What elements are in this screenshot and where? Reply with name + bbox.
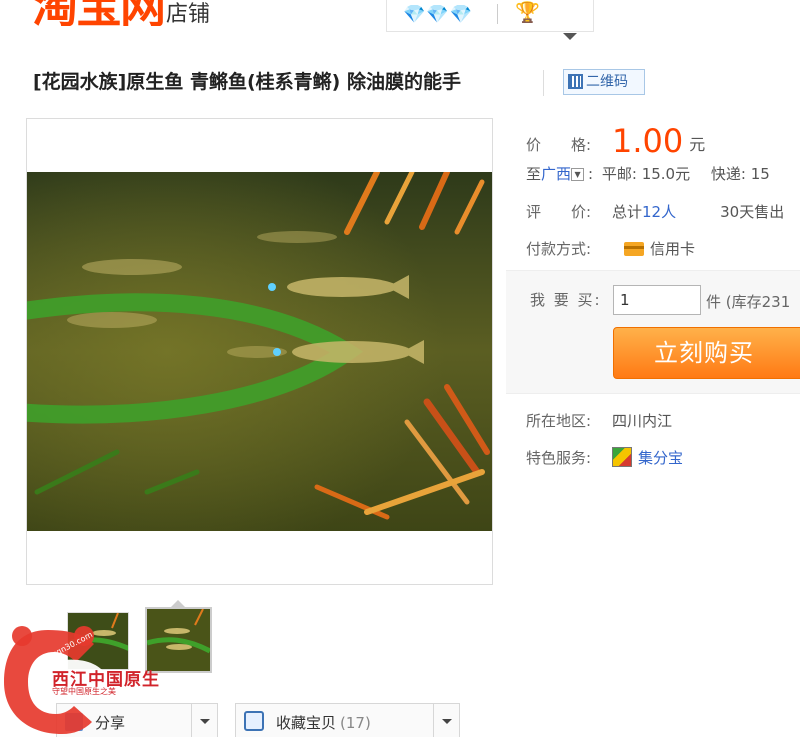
trophy-icon[interactable]: 🏆: [515, 0, 540, 24]
price-label: 价 格:: [526, 136, 592, 154]
favorite-label: 收藏宝贝: [276, 714, 337, 732]
seller-credit-box: 💎💎💎 🏆: [386, 0, 594, 32]
share-label: 分享: [95, 714, 126, 732]
price-value: 1.00: [612, 122, 684, 160]
product-photo[interactable]: [27, 172, 492, 531]
qr-code-label: 二维码: [586, 74, 628, 90]
diamond-icon: 💎💎💎: [403, 4, 474, 25]
favorite-label-group: 收藏宝贝 (17): [276, 712, 371, 733]
price-row: 价 格: 1.00 元: [526, 120, 706, 160]
rating-total-prefix: 总计: [612, 203, 643, 221]
shipping-express: 快递: 15: [710, 165, 770, 183]
payment-label: 付款方式:: [526, 240, 592, 258]
credit-divider: [497, 4, 498, 24]
favorite-icon: [244, 711, 264, 731]
main-image-frame: [26, 118, 493, 585]
share-dropdown[interactable]: 分享: [56, 703, 218, 737]
shipping-colon: :: [588, 165, 594, 183]
rating-label: 评 价:: [526, 203, 592, 221]
product-title: [花园水族]原生鱼 青鳉鱼(桂系青鳉) 除油膜的能手: [33, 71, 461, 93]
favorite-count: (17): [340, 714, 371, 732]
qr-code-icon: [568, 74, 583, 89]
thumbnail-selected-indicator: [171, 600, 185, 607]
price-unit: 元: [689, 135, 706, 154]
credit-card-icon: [624, 242, 644, 256]
payment-method: 信用卡: [650, 240, 696, 258]
title-divider: [543, 70, 544, 96]
chevron-down-icon[interactable]: [563, 33, 577, 40]
logo-sub-text: 店铺: [166, 2, 211, 26]
shipping-label: 至: [526, 165, 542, 183]
jifenbao-icon: [612, 447, 632, 467]
location-row: 所在地区: 四川内江: [526, 410, 672, 431]
quantity-label: 我 要 买:: [530, 291, 602, 309]
qr-code-button[interactable]: 二维码: [563, 69, 645, 95]
logo-main-text: 淘宝网: [32, 0, 166, 26]
rating-count-link[interactable]: 12人: [642, 203, 676, 221]
thumbnail-2[interactable]: [145, 607, 212, 673]
chevron-down-icon[interactable]: [200, 719, 210, 724]
location-label: 所在地区:: [526, 412, 592, 430]
sold-30-days: 30天售出: [720, 203, 785, 221]
chevron-down-icon[interactable]: [442, 719, 452, 724]
rating-row: 评 价: 总计12人 30天售出: [526, 201, 784, 222]
dropdown-divider: [433, 704, 434, 737]
chevron-down-icon[interactable]: ▼: [571, 168, 585, 181]
location-value: 四川内江: [612, 412, 673, 430]
share-icon: [65, 713, 83, 731]
service-link[interactable]: 集分宝: [638, 449, 683, 467]
dropdown-divider: [191, 704, 192, 737]
service-label: 特色服务:: [526, 449, 592, 467]
purchase-panel: 我 要 买: 1 件 (库存231 立刻购买: [506, 270, 800, 394]
shipping-post: 平邮: 15.0元: [601, 165, 691, 183]
taobao-logo[interactable]: 淘宝网店铺: [32, 0, 210, 26]
region-select[interactable]: 广西: [541, 165, 571, 183]
quantity-input[interactable]: 1: [613, 285, 701, 315]
quantity-stock: 件 (库存231: [706, 293, 791, 311]
shipping-row: 至广西 ▼: 平邮: 15.0元 快递: 15: [526, 163, 770, 184]
watermark-subtitle: 守望中国原生之美: [52, 687, 116, 696]
favorite-dropdown[interactable]: 收藏宝贝 (17): [235, 703, 460, 737]
service-row: 特色服务: 集分宝: [526, 443, 683, 468]
payment-row: 付款方式: 信用卡: [526, 238, 695, 259]
buy-now-button[interactable]: 立刻购买: [613, 327, 800, 379]
